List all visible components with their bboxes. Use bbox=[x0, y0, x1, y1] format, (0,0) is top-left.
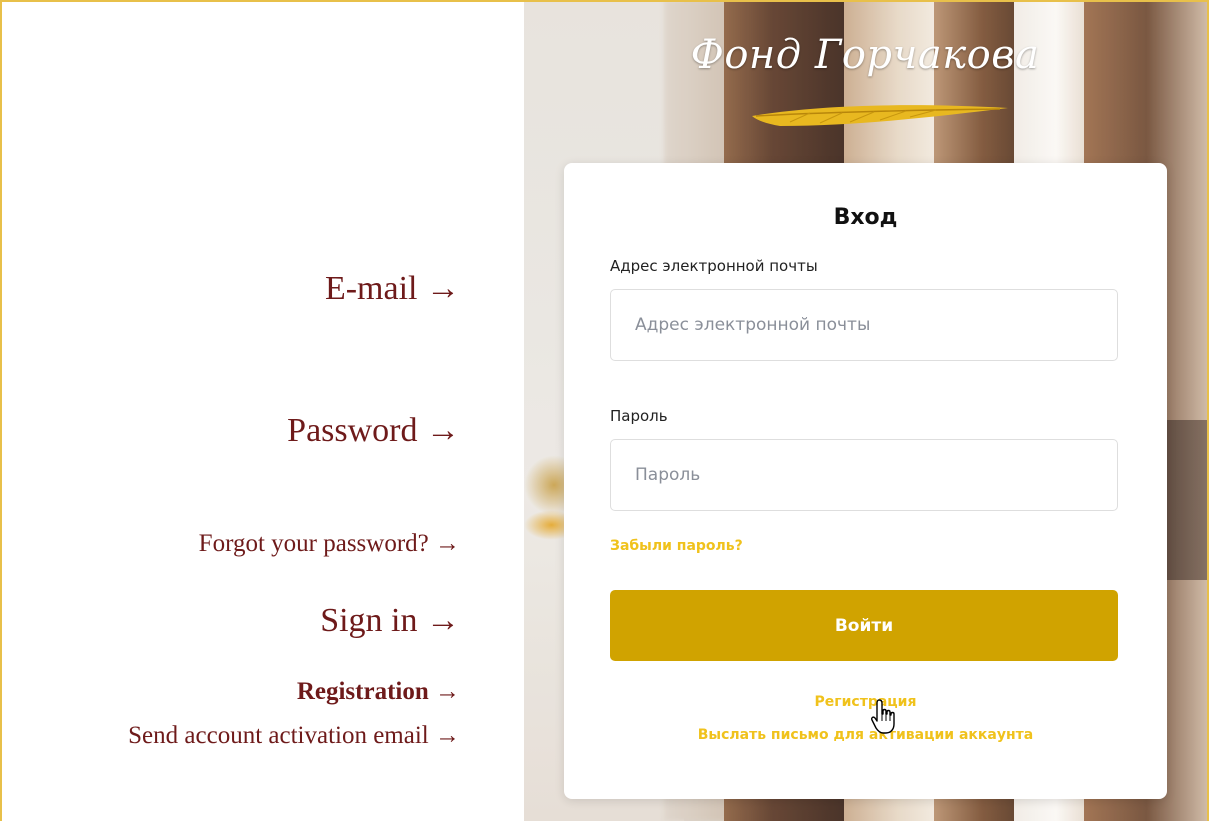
annotation-activation-email: Send account activation email → bbox=[128, 722, 460, 749]
password-field[interactable] bbox=[610, 439, 1118, 511]
registration-link[interactable]: Регистрация bbox=[564, 694, 1167, 710]
password-label: Пароль bbox=[610, 407, 668, 425]
annotation-forgot-password: Forgot your password? → bbox=[198, 530, 460, 557]
login-card: Вход Адрес электронной почты Пароль Забы… bbox=[564, 163, 1167, 799]
email-label: Адрес электронной почты bbox=[610, 257, 818, 275]
email-field[interactable] bbox=[610, 289, 1118, 361]
hand-pointer-icon bbox=[871, 699, 895, 734]
logo-text: Фонд Горчакова bbox=[690, 32, 1040, 78]
annotation-email: E-mail → bbox=[324, 270, 460, 307]
annotation-password: Password → bbox=[287, 412, 460, 449]
send-activation-email-link[interactable]: Выслать письмо для активации аккаунта bbox=[564, 727, 1167, 743]
sign-in-button[interactable]: Войти bbox=[610, 590, 1118, 661]
forgot-password-link[interactable]: Забыли пароль? bbox=[610, 538, 743, 554]
login-title: Вход bbox=[833, 205, 898, 230]
foundation-logo: Фонд Горчакова bbox=[690, 28, 1040, 138]
golden-feather-icon bbox=[752, 105, 1008, 126]
annotation-sign-in: Sign in → bbox=[320, 602, 460, 639]
annotation-registration: Registration → bbox=[296, 678, 460, 705]
